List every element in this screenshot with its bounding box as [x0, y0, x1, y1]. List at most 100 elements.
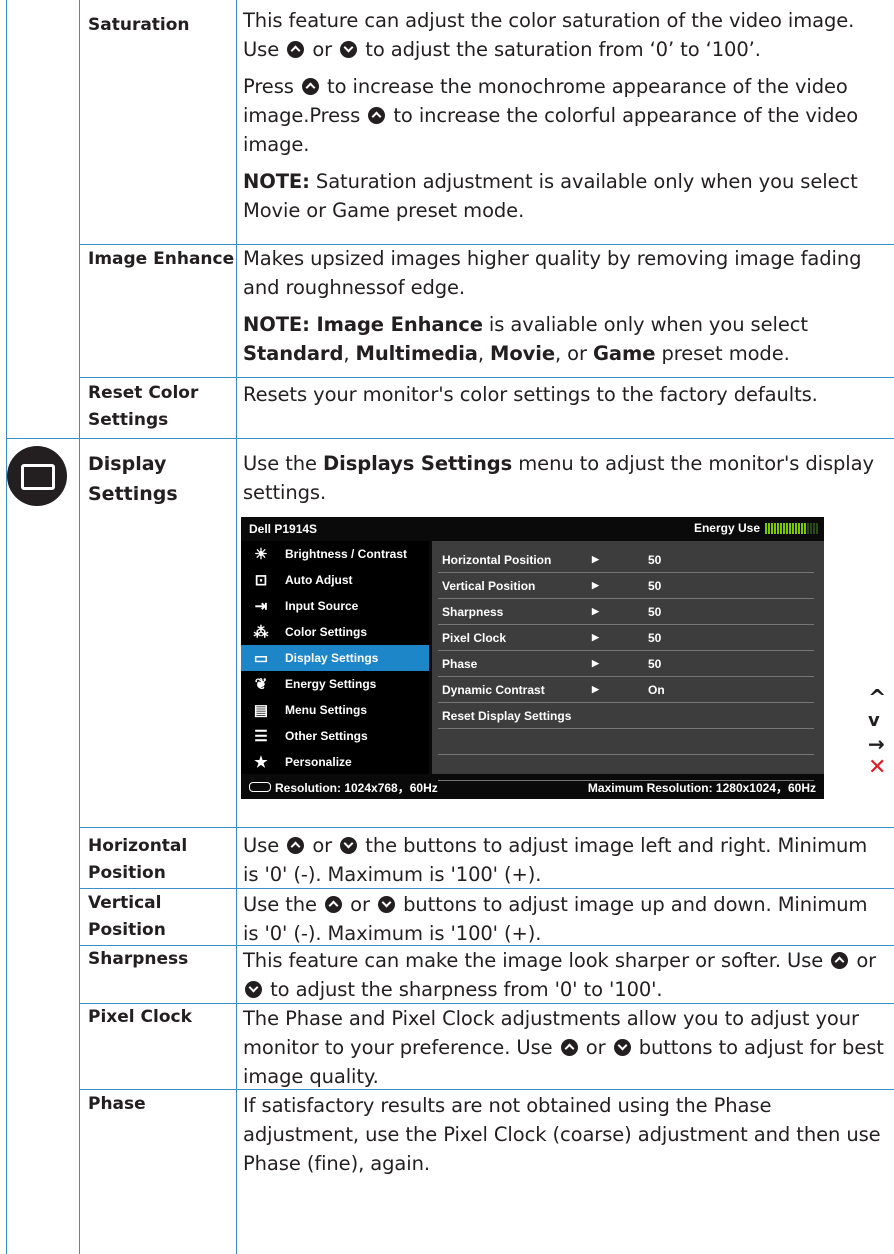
osd-submenu-label: Phase: [442, 656, 478, 671]
up-button-icon: [301, 78, 319, 95]
feature-sharpness: Sharpness: [88, 949, 189, 969]
color-settings-icon: ⁂: [253, 624, 269, 641]
up-button-icon: [560, 1039, 578, 1056]
triangle-right-icon: ▶: [592, 580, 599, 590]
energy-segment: [801, 522, 803, 534]
osd-menu-item: ▤ Menu Settings: [241, 697, 429, 723]
max-resolution-text: Maximum Resolution: 1280x1024，60Hz: [587, 780, 816, 795]
osd-footer: Resolution: 1024x768，60Hz Maximum Resolu…: [241, 775, 824, 799]
triangle-right-icon: ▶: [592, 658, 599, 668]
osd-menu-item: ❦ Energy Settings: [241, 671, 429, 697]
section-divider: [6, 438, 894, 439]
brightness-icon: ☀: [254, 546, 268, 563]
osd-menu-item: ▭ Display Settings: [241, 645, 429, 671]
osd-submenu-value: 50: [648, 552, 662, 567]
osd-menu-item: ⁂ Color Settings: [241, 619, 429, 645]
resolution-text: Resolution: 1024x768，60Hz: [275, 780, 438, 795]
osd-menu-label: Personalize: [285, 755, 352, 769]
triangle-right-icon: ▶: [592, 554, 599, 564]
exit-icon: ✕: [868, 755, 887, 780]
osd-submenu-item: Pixel Clock ▶ 50: [438, 625, 814, 651]
feature-display-settings: Display Settings: [88, 453, 178, 505]
energy-segment: [807, 522, 809, 534]
reset-color-description: Resets your monitor's color settings to …: [243, 383, 818, 406]
saturation-description: This feature can adjust the color satura…: [243, 9, 859, 222]
osd-submenu-item: Horizontal Position ▶ 50: [438, 547, 814, 573]
energy-segment: [798, 522, 800, 534]
menu-icon: ▤: [253, 702, 269, 719]
description-column-rule: [236, 0, 237, 1254]
up-button-icon: [325, 896, 343, 913]
osd-submenu-item: Vertical Position ▶ 50: [438, 573, 814, 599]
feature-phase: Phase: [88, 1094, 146, 1114]
osd-menu-label: Display Settings: [285, 651, 379, 665]
osd-menu-label: Auto Adjust: [285, 573, 353, 587]
osd-submenu-label: Reset Display Settings: [442, 708, 572, 723]
feature-reset-color-settings: Reset Color Settings: [88, 383, 199, 430]
display-icon: ▭: [253, 650, 269, 667]
osd-submenu-value: 50: [648, 578, 662, 593]
right-arrow-icon: →: [868, 732, 885, 756]
osd-submenu-label: Dynamic Contrast: [442, 682, 545, 697]
osd-menu-item: ☰ Other Settings: [241, 723, 429, 749]
osd-submenu-value: 50: [648, 630, 662, 645]
osd-submenu-value: On: [648, 682, 665, 697]
triangle-right-icon: ▶: [592, 606, 599, 616]
auto-adjust-icon: ⊡: [254, 572, 268, 589]
triangle-right-icon: ▶: [592, 684, 599, 694]
osd-menu-item: ★ Personalize: [241, 749, 429, 775]
energy-segment: [804, 522, 806, 534]
osd-menu-label: Color Settings: [285, 625, 368, 639]
star-icon: ★: [254, 754, 268, 771]
down-arrow-icon: v: [868, 710, 880, 731]
osd-submenu-label: Pixel Clock: [442, 630, 507, 645]
feature-pixel-clock: Pixel Clock: [88, 1007, 192, 1027]
osd-menu-item: ⇥ Input Source: [241, 593, 429, 619]
energy-segment: [813, 522, 815, 534]
energy-segment: [765, 522, 767, 534]
energy-segment: [774, 522, 776, 534]
phase-description: If satisfactory results are not obtained…: [243, 1094, 881, 1175]
osd-menu-label: Brightness / Contrast: [285, 547, 408, 561]
energy-segment: [780, 522, 782, 534]
osd-submenu-item: Sharpness ▶ 50: [438, 599, 814, 625]
osd-menu-label: Input Source: [285, 599, 359, 613]
feature-image-enhance: Image Enhance: [88, 249, 235, 269]
input-source-icon: ⇥: [254, 598, 268, 615]
up-arrow-icon: ^: [868, 686, 887, 711]
energy-segment: [771, 522, 773, 534]
osd-submenu-item: Dynamic Contrast ▶ On: [438, 677, 814, 703]
other-settings-icon: ☰: [254, 728, 268, 745]
feature-saturation: Saturation: [88, 15, 190, 35]
image-enhance-description: Makes upsized images higher quality by r…: [243, 247, 862, 365]
energy-segment: [768, 522, 770, 534]
energy-segment: [789, 522, 791, 534]
osd-submenu-empty-row: [438, 729, 814, 755]
energy-segment: [795, 522, 797, 534]
osd-submenu-label: Sharpness: [442, 604, 504, 619]
feature-vertical-position: Vertical Position: [88, 893, 166, 940]
osd-submenu-item: Reset Display Settings: [438, 703, 814, 729]
feature-horizontal-position: Horizontal Position: [88, 836, 188, 883]
energy-segment: [783, 522, 785, 534]
osd-menu-item: ⊡ Auto Adjust: [241, 567, 429, 593]
energy-icon: ❦: [254, 676, 268, 693]
up-button-icon: [831, 952, 849, 969]
osd-menu-label: Other Settings: [285, 729, 368, 743]
up-button-icon: [368, 107, 386, 124]
energy-segment: [786, 522, 788, 534]
down-button-icon: [340, 837, 358, 854]
triangle-right-icon: ▶: [592, 632, 599, 642]
monitor-connector-icon: [249, 782, 271, 792]
display-settings-icon: [7, 446, 67, 506]
osd-submenu-label: Horizontal Position: [442, 552, 552, 567]
osd-menu-label: Energy Settings: [285, 677, 377, 691]
osd-title: Dell P1914S: [249, 522, 318, 536]
display-settings-description: Use the Displays Settings menu to adjust…: [243, 452, 874, 504]
sharpness-description: This feature can make the image look sha…: [243, 949, 877, 1001]
up-button-icon: [287, 837, 305, 854]
down-button-icon: [613, 1039, 631, 1056]
osd-main-menu: ☀ Brightness / Contrast ⊡ Auto Adjust ⇥ Input…: [241, 541, 429, 774]
osd-submenu-value: 50: [648, 604, 662, 619]
outer-left-rule: [6, 0, 7, 1254]
